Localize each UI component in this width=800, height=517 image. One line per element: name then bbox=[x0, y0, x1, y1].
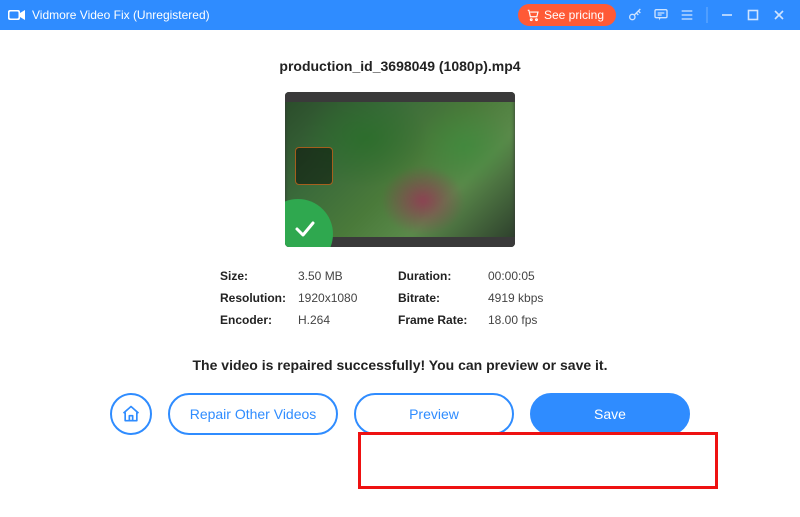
video-thumbnail bbox=[285, 92, 515, 247]
preview-button[interactable]: Preview bbox=[354, 393, 514, 435]
duration-label: Duration: bbox=[398, 269, 488, 283]
maximize-button[interactable] bbox=[740, 0, 766, 30]
repair-other-label: Repair Other Videos bbox=[190, 406, 317, 422]
status-message: The video is repaired successfully! You … bbox=[0, 357, 800, 373]
size-label: Size: bbox=[220, 269, 298, 283]
framerate-value: 18.00 fps bbox=[488, 313, 580, 327]
encoder-value: H.264 bbox=[298, 313, 398, 327]
highlight-annotation bbox=[358, 432, 718, 489]
size-value: 3.50 MB bbox=[298, 269, 398, 283]
meta-row: Encoder: H.264 Frame Rate: 18.00 fps bbox=[220, 309, 580, 331]
app-title: Vidmore Video Fix (Unregistered) bbox=[32, 8, 210, 22]
thumbnail-top-bar bbox=[285, 92, 515, 102]
see-pricing-label: See pricing bbox=[544, 8, 604, 22]
video-metadata: Size: 3.50 MB Duration: 00:00:05 Resolut… bbox=[220, 265, 580, 331]
titlebar: Vidmore Video Fix (Unregistered) See pri… bbox=[0, 0, 800, 30]
key-icon[interactable] bbox=[622, 0, 648, 30]
feedback-icon[interactable] bbox=[648, 0, 674, 30]
thumbnail-marker bbox=[295, 147, 333, 185]
resolution-value: 1920x1080 bbox=[298, 291, 398, 305]
minimize-button[interactable] bbox=[714, 0, 740, 30]
duration-value: 00:00:05 bbox=[488, 269, 580, 283]
meta-row: Resolution: 1920x1080 Bitrate: 4919 kbps bbox=[220, 287, 580, 309]
titlebar-separator bbox=[700, 0, 714, 30]
save-button[interactable]: Save bbox=[530, 393, 690, 435]
app-logo-icon bbox=[8, 8, 26, 22]
preview-label: Preview bbox=[409, 406, 459, 422]
see-pricing-button[interactable]: See pricing bbox=[518, 4, 616, 26]
close-button[interactable] bbox=[766, 0, 792, 30]
home-button[interactable] bbox=[110, 393, 152, 435]
encoder-label: Encoder: bbox=[220, 313, 298, 327]
menu-icon[interactable] bbox=[674, 0, 700, 30]
framerate-label: Frame Rate: bbox=[398, 313, 488, 327]
save-label: Save bbox=[594, 406, 626, 422]
action-bar: Repair Other Videos Preview Save bbox=[0, 393, 800, 435]
bitrate-value: 4919 kbps bbox=[488, 291, 580, 305]
repair-other-videos-button[interactable]: Repair Other Videos bbox=[168, 393, 338, 435]
resolution-label: Resolution: bbox=[220, 291, 298, 305]
main-content: production_id_3698049 (1080p).mp4 Size: … bbox=[0, 30, 800, 435]
meta-row: Size: 3.50 MB Duration: 00:00:05 bbox=[220, 265, 580, 287]
file-name: production_id_3698049 (1080p).mp4 bbox=[0, 58, 800, 74]
bitrate-label: Bitrate: bbox=[398, 291, 488, 305]
